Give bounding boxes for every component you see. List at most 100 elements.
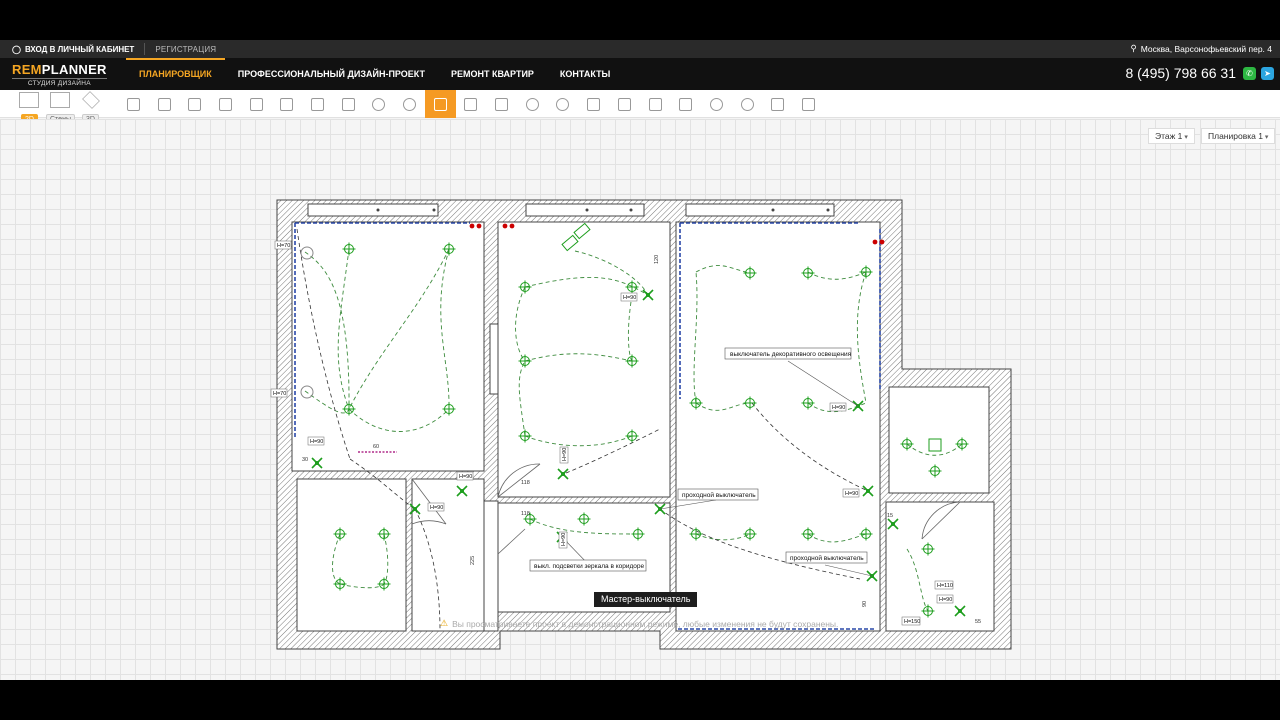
callout-passthrough-switch-2[interactable]: проходной выключатель	[790, 554, 864, 562]
height-tag: H=90	[456, 471, 474, 481]
main-nav: REMPLANNER СТУДИЯ ДИЗАЙНА ПЛАНИРОВЩИК ПРО…	[0, 58, 1280, 90]
cube-3d-icon	[82, 91, 100, 109]
height-tag: H=110	[934, 580, 954, 590]
height-tag: H=150	[901, 616, 920, 626]
nav-menu: ПЛАНИРОВЩИК ПРОФЕССИОНАЛЬНЫЙ ДИЗАЙН-ПРОЕК…	[126, 58, 623, 90]
location-pin-icon: ⚲	[1130, 43, 1137, 53]
curtain-icon	[679, 97, 693, 111]
tool-button[interactable]	[210, 90, 241, 118]
height-tag: H=90	[936, 594, 954, 604]
whatsapp-icon[interactable]: ✆	[1243, 67, 1256, 80]
tool-button[interactable]	[456, 90, 487, 118]
brand-logo[interactable]: REMPLANNER СТУДИЯ ДИЗАЙНА	[12, 62, 107, 87]
tool-button[interactable]	[732, 90, 763, 118]
tool-button[interactable]	[241, 90, 272, 118]
room-icon	[126, 97, 140, 111]
brand-tagline: СТУДИЯ ДИЗАЙНА	[12, 78, 107, 87]
height-tag: H=90	[829, 402, 847, 412]
speaker-icon	[740, 97, 754, 111]
svg-text:H=90: H=90	[562, 448, 568, 461]
demo-notice-text: Вы просматриваете проект в демонстрацион…	[452, 618, 839, 629]
phone-number[interactable]: 8 (495) 798 66 31	[1125, 65, 1236, 81]
nav-item[interactable]: ПРОФЕССИОНАЛЬНЫЙ ДИЗАЙН-ПРОЕКТ	[225, 58, 438, 90]
tool-button[interactable]	[179, 90, 210, 118]
tool-button[interactable]	[517, 90, 548, 118]
height-tag: H=90	[427, 502, 445, 512]
app-frame: ◯ ВХОД В ЛИЧНЫЙ КАБИНЕТ РЕГИСТРАЦИЯ ⚲ Мо…	[0, 40, 1280, 680]
kitchen-icon	[218, 97, 232, 111]
height-tag: H=90	[559, 446, 569, 464]
dimension-label: 90	[862, 601, 868, 607]
tool-button[interactable]	[424, 90, 456, 118]
wall-tile-icon	[188, 97, 202, 111]
svg-text:H=90: H=90	[939, 597, 952, 603]
grid-icon	[801, 97, 815, 111]
tool-button[interactable]	[609, 90, 640, 118]
height-tag: H=90	[620, 292, 638, 302]
svg-text:H=90: H=90	[561, 533, 567, 546]
tool-palette	[118, 90, 824, 118]
svg-text:H=90: H=90	[430, 505, 443, 511]
nav-item[interactable]: РЕМОНТ КВАРТИР	[438, 58, 547, 90]
login-link[interactable]: ◯ ВХОД В ЛИЧНЫЙ КАБИНЕТ	[0, 45, 134, 54]
login-label: ВХОД В ЛИЧНЫЙ КАБИНЕТ	[24, 44, 135, 54]
nav-item[interactable]: КОНТАКТЫ	[547, 58, 623, 90]
svg-text:H=90: H=90	[459, 474, 472, 480]
svg-text:H=90: H=90	[623, 295, 636, 301]
tool-button[interactable]	[364, 90, 395, 118]
svg-text:H=70: H=70	[273, 391, 286, 397]
register-link[interactable]: РЕГИСТРАЦИЯ	[155, 45, 216, 54]
tool-button[interactable]	[486, 90, 517, 118]
walls-icon	[50, 92, 70, 108]
ac-icon	[495, 97, 509, 111]
dimension-label: 60	[373, 444, 379, 450]
tool-button[interactable]	[302, 90, 333, 118]
tool-button[interactable]	[149, 90, 180, 118]
height-tag: H=90	[558, 531, 568, 549]
plumbing-icon	[341, 97, 355, 111]
bath-icon	[310, 97, 324, 111]
antenna-icon	[587, 97, 601, 111]
brand-name-part1: REM	[12, 62, 42, 77]
plan-2d-icon	[19, 92, 39, 108]
tool-button[interactable]	[793, 90, 824, 118]
tool-button[interactable]	[394, 90, 425, 118]
radiator-icon	[249, 97, 263, 111]
height-tag: H=90	[307, 436, 325, 446]
switch-icon	[433, 97, 447, 111]
callout-mirror-switch[interactable]: выкл. подсветки зеркала в коридоре	[534, 563, 645, 570]
telegram-icon[interactable]: ➤	[1261, 67, 1274, 80]
furniture-icon	[157, 97, 171, 111]
top-bar: ◯ ВХОД В ЛИЧНЫЙ КАБИНЕТ РЕГИСТРАЦИЯ ⚲ Мо…	[0, 40, 1280, 58]
tool-button[interactable]	[701, 90, 732, 118]
callout-passthrough-switch-1[interactable]: проходной выключатель	[682, 491, 756, 499]
camera-icon	[556, 97, 570, 111]
tool-button[interactable]	[670, 90, 701, 118]
svg-text:H=90: H=90	[832, 405, 845, 411]
tool-button[interactable]	[271, 90, 302, 118]
dimension-label: 15	[887, 513, 893, 519]
tool-bar: 2D Стены 3D	[0, 90, 1280, 125]
dimension-label: 225	[470, 556, 476, 565]
demo-notice: ⚠ Вы просматриваете проект в демонстраци…	[440, 618, 838, 629]
nav-item[interactable]: ПЛАНИРОВЩИК	[126, 58, 225, 90]
svg-text:H=110: H=110	[937, 583, 953, 589]
tool-button[interactable]	[548, 90, 579, 118]
pattern-icon	[617, 97, 631, 111]
fan-icon	[525, 97, 539, 111]
cabinet-icon	[280, 97, 294, 111]
svg-text:H=90: H=90	[310, 439, 323, 445]
tool-button[interactable]	[640, 90, 671, 118]
tool-button[interactable]	[762, 90, 793, 118]
tool-button[interactable]	[578, 90, 609, 118]
address: ⚲ Москва, Варсонофьевский пер. 4	[1131, 43, 1273, 54]
address-text: Москва, Варсонофьевский пер. 4	[1140, 43, 1272, 54]
svg-text:H=70: H=70	[277, 243, 290, 249]
dimension-label: 30	[302, 457, 308, 463]
callout-decorative-switch[interactable]: выключатель декоративного освещения	[730, 351, 852, 358]
height-tag: H=70	[274, 240, 292, 250]
master-switch-tooltip: Мастер-выключатель	[594, 592, 698, 607]
water-drop-icon	[709, 97, 723, 111]
tool-button[interactable]	[118, 90, 149, 118]
tool-button[interactable]	[333, 90, 364, 118]
